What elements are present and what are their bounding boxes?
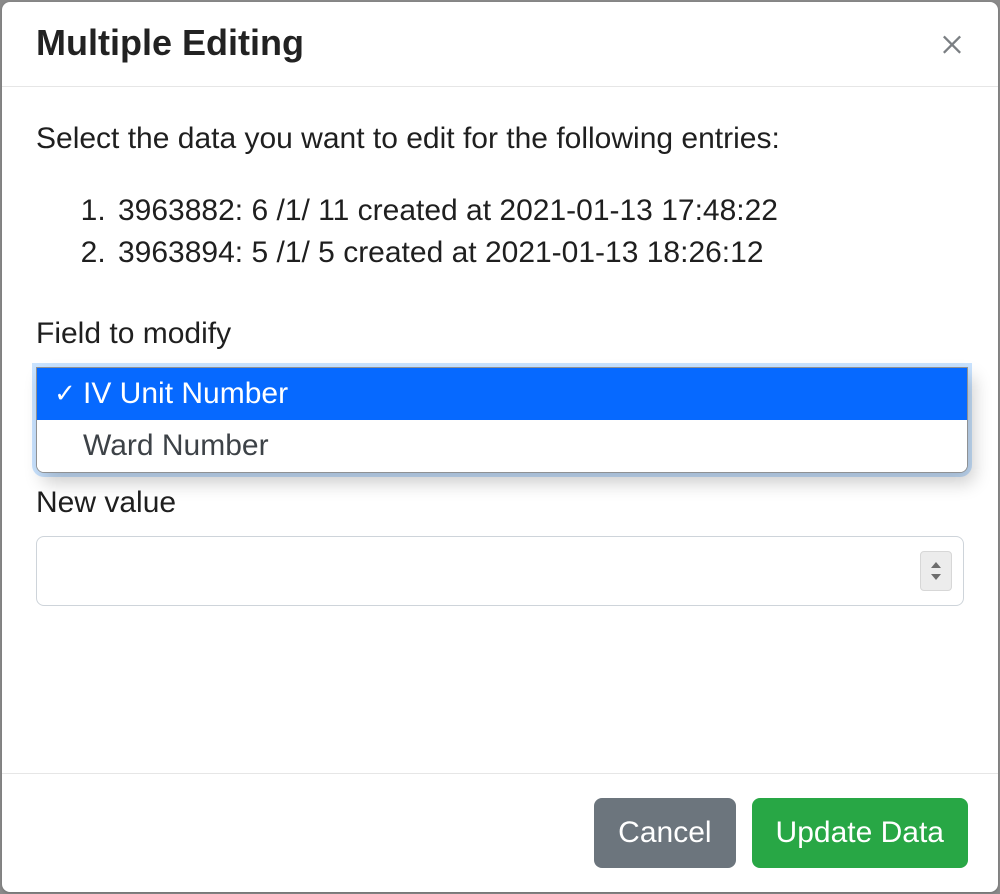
close-button[interactable] [934,25,970,61]
list-item: 3963882: 6 /1/ 11 created at 2021-01-13 … [114,190,964,232]
prompt-text: Select the data you want to edit for the… [36,119,964,160]
modal-dialog: Multiple Editing Select the data you wan… [2,2,998,892]
entries-list: 3963882: 6 /1/ 11 created at 2021-01-13 … [36,190,964,274]
field-dropdown-listbox: ✓ IV Unit Number Ward Number [36,367,968,473]
field-option-ward-number[interactable]: Ward Number [37,420,967,472]
cancel-button[interactable]: Cancel [594,798,735,868]
new-value-input[interactable] [36,536,964,606]
modal-header: Multiple Editing [2,2,998,87]
new-value-field-wrap [36,536,964,606]
chevron-down-icon [931,574,941,580]
modal-footer: Cancel Update Data [2,773,998,892]
option-label: IV Unit Number [83,377,288,411]
close-icon [938,29,966,57]
update-data-button[interactable]: Update Data [752,798,968,868]
list-item: 3963894: 5 /1/ 5 created at 2021-01-13 1… [114,232,964,274]
option-label: Ward Number [83,429,269,463]
field-to-modify-label: Field to modify [36,314,964,353]
check-icon: ✓ [51,378,79,409]
modal-body: Select the data you want to edit for the… [2,87,998,773]
field-option-iv-unit-number[interactable]: ✓ IV Unit Number [37,368,967,420]
modal-title: Multiple Editing [36,22,304,64]
chevron-up-icon [931,562,941,568]
new-value-label: New value [36,483,964,522]
number-stepper[interactable] [920,551,952,591]
